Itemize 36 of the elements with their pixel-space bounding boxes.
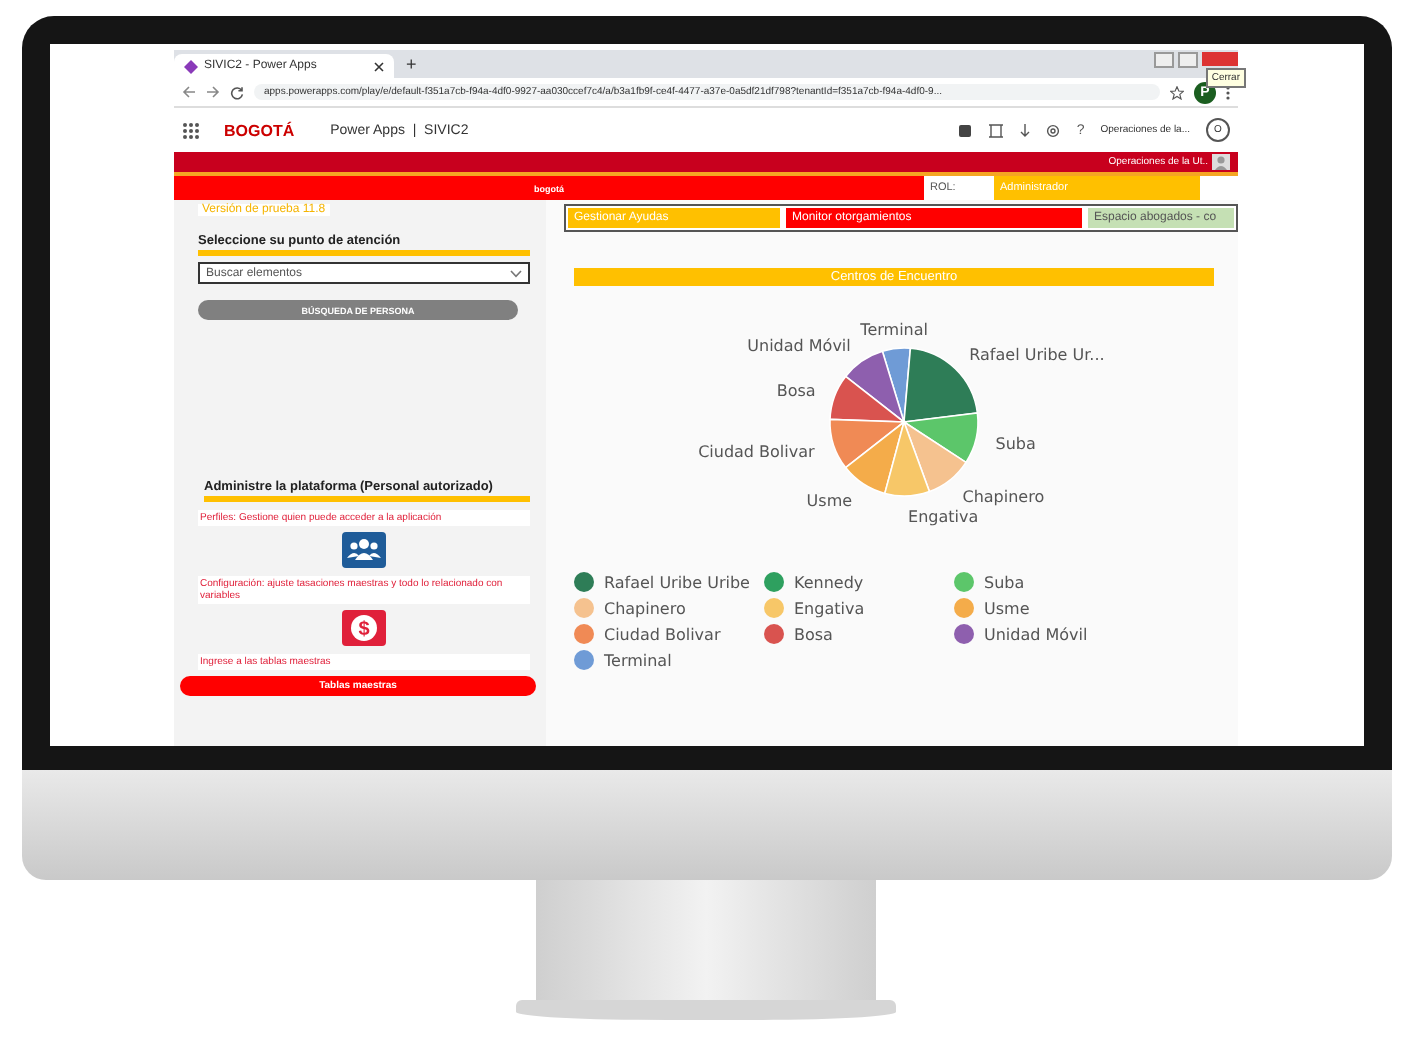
legend-label: Engativa [794, 599, 865, 617]
legend-label: Kennedy [794, 573, 864, 591]
legend-label: Suba [984, 573, 1025, 591]
legend-label: Unidad Móvil [984, 625, 1088, 643]
slice-label: Terminal [860, 320, 928, 339]
slice-label: Rafael Uribe Ur... [969, 346, 1105, 365]
legend-label: Rafael Uribe Uribe [604, 573, 750, 591]
slice-label: Suba [995, 435, 1036, 454]
legend-label: Bosa [794, 625, 833, 643]
app-launcher-icon[interactable] [182, 121, 200, 139]
legend-label: Ciudad Bolivar [604, 625, 721, 643]
slice-label: Engativa [908, 507, 979, 526]
forward-arrow-icon[interactable] [206, 86, 220, 98]
legend-label: Usme [984, 599, 1030, 617]
reload-icon[interactable] [230, 85, 244, 99]
diamond-icon [184, 59, 198, 73]
close-icon[interactable] [374, 61, 384, 71]
slice-label: Bosa [776, 381, 816, 400]
people-icon[interactable] [342, 532, 386, 568]
new-tab-button[interactable]: + [406, 54, 417, 74]
slice-label: Ciudad Bolivar [698, 443, 815, 462]
settings-icon[interactable] [1046, 123, 1061, 137]
city-logo: BOGOTÁ [224, 121, 295, 139]
dollar-icon[interactable]: $ [342, 610, 386, 646]
legend-label: Terminal [604, 651, 672, 669]
slice-label: Usme [806, 492, 853, 511]
back-arrow-icon[interactable] [182, 86, 196, 98]
download-icon[interactable] [1020, 123, 1031, 137]
slice-label: Unidad Móvil [747, 336, 851, 355]
slice-label: Chapinero [962, 487, 1045, 506]
board-icon[interactable] [958, 123, 973, 137]
user-silhouette-icon [1212, 154, 1230, 170]
fit-screen-icon[interactable] [988, 123, 1005, 137]
chevron-down-icon [510, 269, 522, 277]
legend-label: Chapinero [604, 599, 686, 617]
star-icon[interactable] [1170, 85, 1184, 99]
